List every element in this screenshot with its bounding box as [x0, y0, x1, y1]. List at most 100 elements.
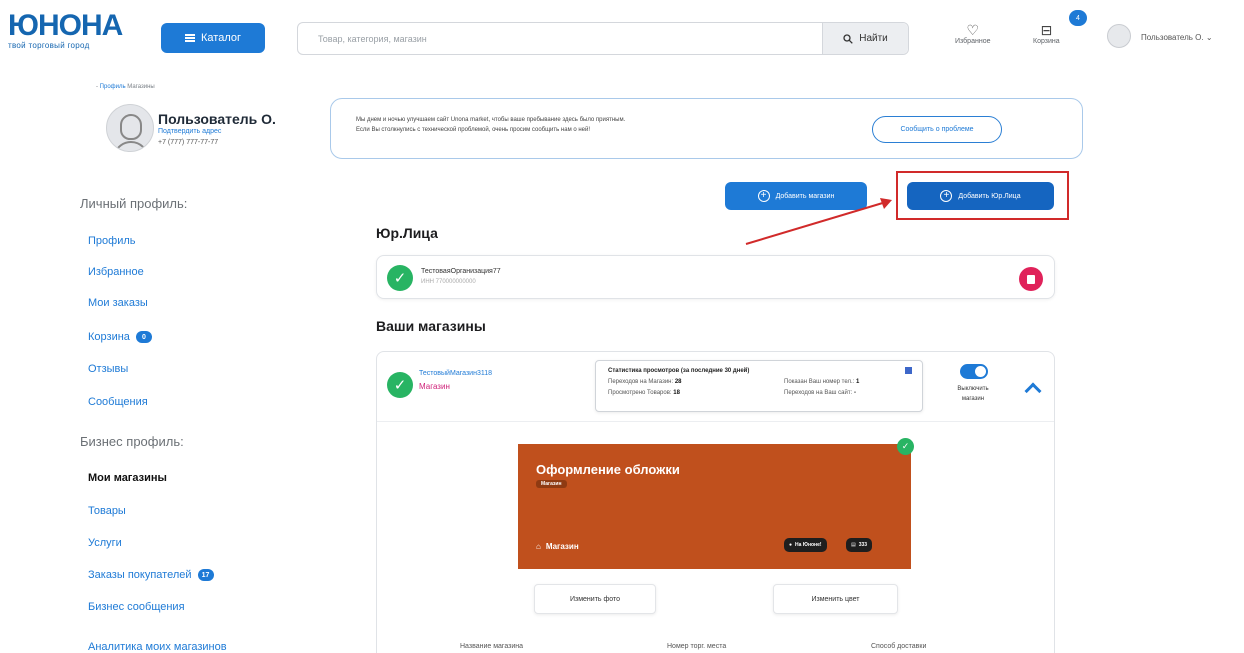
shop-toggle-label: Выключить магазин [957, 386, 989, 402]
cover-tag: Магазин [536, 480, 567, 488]
sidebar-item-orders[interactable]: Мои заказы [88, 297, 148, 309]
shop-cover: Оформление обложки Магазин ⌂ Магазин ● На… [518, 444, 911, 569]
sidebar-item-label: Заказы покупателей [88, 569, 192, 581]
legal-entity-card: ✓ ТестоваяОрганизация77 ИНН 770000000000 [376, 255, 1055, 299]
chevron-down-icon: ⌄ [1205, 33, 1213, 42]
field-label-stall-number: Номер торг. места [667, 643, 727, 650]
stat-phone-shown: Показан Ваш номер тел.: 1 [784, 379, 860, 385]
sidebar-item-label: Товары [88, 505, 126, 517]
favorites-button[interactable]: ♡ Избранное [955, 22, 990, 45]
sidebar-item-label: Услуги [88, 537, 122, 549]
sidebar-item-favorites[interactable]: Избранное [88, 266, 144, 278]
notice-banner: Мы днем и ночью улучшаем сайт Unona mark… [330, 98, 1083, 159]
stats-box: Статистика просмотров (за последние 30 д… [595, 360, 923, 412]
sidebar-item-label: Сообщения [88, 396, 148, 408]
avatar-face-icon [120, 114, 142, 140]
user-menu[interactable]: Пользователь О. ⌄ [1141, 33, 1213, 42]
shop-card-header: ✓ ТестовыйМагазин3118 Магазин Статистика… [377, 352, 1054, 422]
trash-icon [1027, 274, 1035, 284]
profile-avatar [106, 104, 154, 152]
sidebar-item-label: Профиль [88, 235, 136, 247]
search-button[interactable]: Найти [822, 23, 908, 54]
store-icon: ⌂ [536, 542, 541, 551]
logo-subtitle: твой торговый город [8, 41, 90, 50]
search-bar: Найти [297, 22, 909, 55]
cover-title: Оформление обложки [536, 462, 680, 477]
shops-title: Ваши магазины [376, 318, 486, 334]
shop-type: Магазин [419, 382, 450, 391]
sidebar-item-analytics[interactable]: Аналитика моих магазинов [88, 641, 227, 653]
cart-badge: 0 [135, 331, 152, 343]
sidebar-item-label: Мои заказы [88, 297, 148, 309]
breadcrumb: - Профиль Магазины [96, 84, 155, 90]
cart-button[interactable]: ⊟ Корзина [1033, 22, 1060, 45]
sidebar-item-reviews[interactable]: Отзывы [88, 363, 128, 375]
search-icon [843, 33, 853, 44]
legal-entity-name[interactable]: ТестоваяОрганизация77 [421, 268, 501, 275]
edit-color-button[interactable]: Изменить цвет [773, 584, 898, 614]
cart-label: Корзина [1033, 38, 1060, 45]
stat-products-viewed: Просмотрено Товаров: 18 [608, 390, 680, 396]
sidebar-item-profile[interactable]: Профиль [88, 235, 136, 247]
sidebar-item-label: Мои магазины [88, 472, 167, 484]
sidebar-item-my-shops[interactable]: Мои магазины [88, 472, 167, 484]
business-profile-title: Бизнес профиль: [80, 434, 184, 449]
sidebar-item-cart[interactable]: Корзина 0 [88, 331, 152, 343]
field-label-shop-name: Название магазина [460, 643, 524, 650]
stats-title: Статистика просмотров (за последние 30 д… [608, 368, 750, 374]
sidebar-item-messages[interactable]: Сообщения [88, 396, 148, 408]
delete-button[interactable] [1019, 267, 1043, 291]
user-avatar[interactable] [1107, 24, 1131, 48]
check-icon: ✓ [387, 265, 413, 291]
sidebar-item-label: Избранное [88, 266, 144, 278]
cover-pill-unona: ● На Юноне! [784, 538, 827, 552]
shop-card: ✓ ТестовыйМагазин3118 Магазин Статистика… [376, 351, 1055, 653]
header: ЮНОНА твой торговый город Каталог Найти … [0, 0, 1244, 80]
notice-line-1: Мы днем и ночью улучшаем сайт Unona mark… [356, 117, 626, 123]
catalog-label: Каталог [201, 32, 241, 44]
user-name: Пользователь О. [1141, 33, 1204, 42]
sidebar-item-customer-orders[interactable]: Заказы покупателей 17 [88, 569, 214, 581]
cover-type: ⌂ Магазин [536, 542, 579, 551]
catalog-button[interactable]: Каталог [161, 23, 265, 53]
breadcrumb-current: Магазины [127, 84, 155, 90]
cart-icon: ⊟ [1040, 22, 1053, 38]
highlight-annotation [896, 171, 1069, 220]
heart-icon: ♡ [966, 22, 980, 38]
logo-text: ЮНОНА [8, 9, 123, 42]
confirm-address-link[interactable]: Подтвердить адрес [158, 128, 221, 135]
breadcrumb-link-profile[interactable]: Профиль [100, 84, 126, 90]
customer-orders-badge: 17 [197, 569, 214, 581]
sidebar-item-products[interactable]: Товары [88, 505, 126, 517]
stat-shop-visits: Переходов на Магазин: 28 [608, 379, 682, 385]
chevron-up-icon[interactable] [1024, 382, 1042, 400]
logo[interactable]: ЮНОНА твой торговый город [8, 9, 123, 51]
profile-name: Пользователь О. [158, 111, 276, 127]
annotation-arrow-icon [745, 198, 892, 245]
notice-line-2: Если Вы столкнулись с технической пробле… [356, 127, 591, 133]
sidebar-item-label: Бизнес сообщения [88, 601, 185, 613]
sidebar-item-business-messages[interactable]: Бизнес сообщения [88, 601, 185, 613]
favorites-label: Избранное [955, 38, 991, 45]
report-problem-button[interactable]: Сообщить о проблеме [872, 116, 1002, 143]
search-button-label: Найти [859, 33, 888, 44]
legal-entities-title: Юр.Лица [376, 225, 438, 241]
shop-name[interactable]: ТестовыйМагазин3118 [419, 370, 492, 377]
check-icon: ✓ [387, 372, 413, 398]
legal-entity-inn: ИНН 770000000000 [421, 279, 476, 285]
notice-text: Мы днем и ночью улучшаем сайт Unona mark… [356, 115, 826, 135]
stat-site-visits: Переходов на Ваш сайт: - [784, 390, 856, 396]
sidebar-item-label: Корзина [88, 331, 130, 343]
cover-edit-icon[interactable]: ✓ [897, 438, 914, 455]
personal-profile-title: Личный профиль: [80, 196, 188, 211]
sidebar-item-label: Аналитика моих магазинов [88, 641, 227, 653]
shop-toggle[interactable] [960, 364, 988, 379]
search-input[interactable] [298, 23, 823, 54]
menu-icon [185, 34, 195, 42]
cart-count-badge: 4 [1069, 10, 1087, 26]
edit-photo-button[interactable]: Изменить фото [534, 584, 656, 614]
stall-icon: ▤ [851, 542, 856, 548]
stats-icon[interactable] [905, 367, 912, 374]
sidebar-item-label: Отзывы [88, 363, 129, 375]
sidebar-item-services[interactable]: Услуги [88, 537, 122, 549]
